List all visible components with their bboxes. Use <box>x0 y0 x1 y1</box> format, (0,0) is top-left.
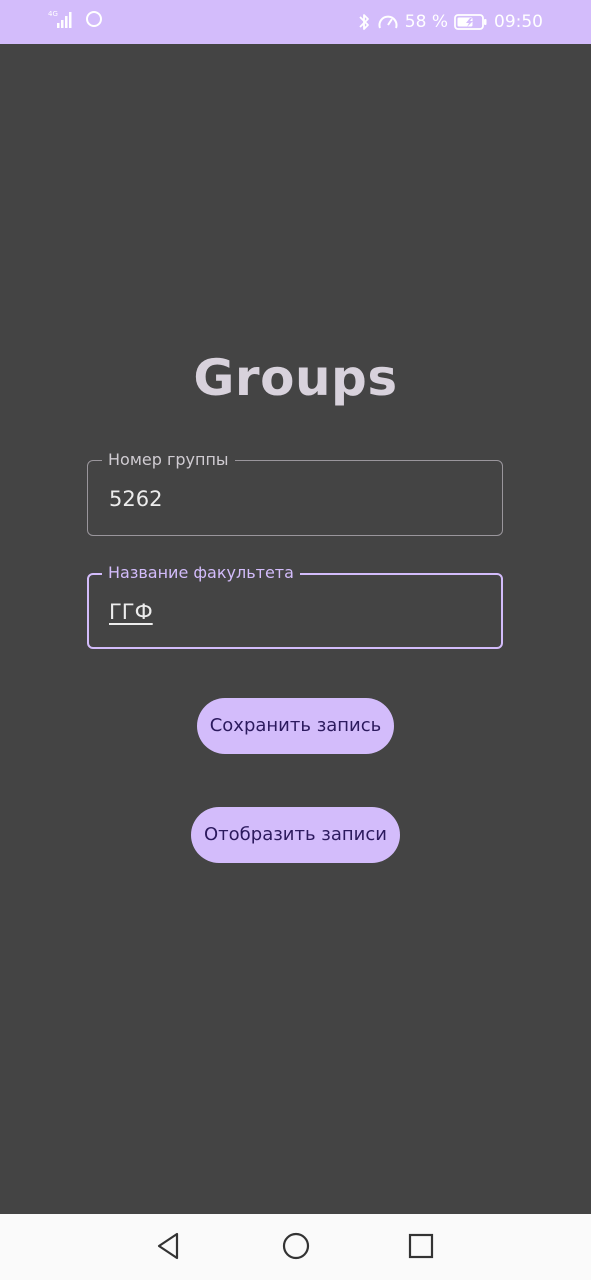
page-title: Groups <box>193 349 398 407</box>
status-bar-right: 58 % 09:50 <box>357 10 543 34</box>
battery-icon <box>454 13 488 31</box>
group-number-label: Номер группы <box>102 449 235 471</box>
back-icon[interactable] <box>155 1231 183 1261</box>
recents-icon[interactable] <box>407 1231 435 1261</box>
show-records-button[interactable]: Отобразить записи <box>191 807 400 863</box>
home-icon[interactable] <box>281 1231 311 1261</box>
navigation-bar <box>0 1214 591 1280</box>
faculty-name-input[interactable]: ГГФ <box>109 598 153 626</box>
signal-icon: 4G <box>48 9 76 33</box>
status-bar-left: 4G <box>48 9 104 33</box>
faculty-name-field[interactable]: Название факультета ГГФ <box>87 562 503 649</box>
group-number-input[interactable]: 5262 <box>109 485 162 513</box>
app-screen: 4G 58 % 09:50 Groups Номер группы 5262 Н… <box>0 0 591 1280</box>
clock: 09:50 <box>494 12 543 32</box>
battery-percent: 58 % <box>404 12 448 32</box>
bluetooth-icon <box>357 12 371 32</box>
faculty-name-label: Название факультета <box>102 562 300 584</box>
sync-icon <box>84 9 104 33</box>
save-record-button[interactable]: Сохранить запись <box>197 698 394 754</box>
status-bar: 4G 58 % 09:50 <box>0 0 591 44</box>
svg-text:4G: 4G <box>48 10 58 18</box>
group-number-field[interactable]: Номер группы 5262 <box>87 449 503 536</box>
speedometer-icon <box>377 12 399 32</box>
